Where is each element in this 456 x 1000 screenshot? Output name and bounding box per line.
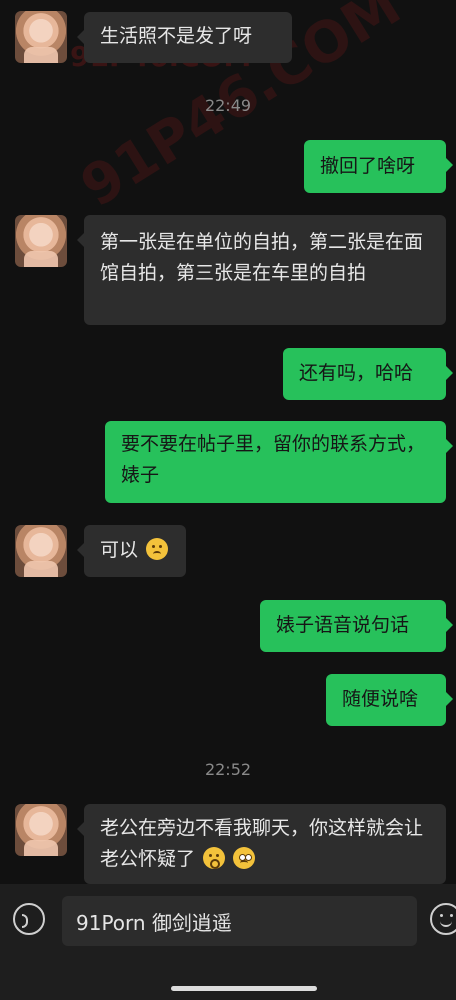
- home-indicator[interactable]: [171, 986, 317, 991]
- message-bubble-incoming[interactable]: 第一张是在单位的自拍，第二张是在面馆自拍，第三张是在车里的自拍: [77, 215, 446, 325]
- contact-avatar[interactable]: [15, 804, 67, 856]
- sweat-smile-emoji-icon: [146, 538, 169, 560]
- message-text: 生活照不是发了呀: [100, 25, 253, 47]
- contact-avatar[interactable]: [15, 11, 67, 63]
- thinking-emoji-icon: [203, 847, 226, 869]
- message-bubble-incoming[interactable]: 可以: [77, 525, 186, 577]
- message-bubble-outgoing[interactable]: 婊子语音说句话: [260, 600, 453, 652]
- timestamp: 22:49: [204, 96, 252, 115]
- message-text: 可以: [100, 539, 139, 561]
- message-input[interactable]: 91Porn 御剑逍遥: [62, 896, 417, 946]
- contact-avatar[interactable]: [15, 215, 67, 267]
- message-text: 撤回了啥呀: [320, 155, 416, 177]
- message-text: 要不要在帖子里，留你的联系方式，婊子: [121, 433, 426, 486]
- message-bubble-incoming[interactable]: 老公在旁边不看我聊天，你这样就会让老公怀疑了: [77, 804, 446, 884]
- eyes-emoji-icon: [233, 847, 256, 869]
- message-bubble-outgoing[interactable]: 撤回了啥呀: [304, 140, 453, 193]
- message-bubble-outgoing[interactable]: 随便说啥: [326, 674, 453, 726]
- message-bubble-outgoing[interactable]: 还有吗，哈哈: [283, 348, 453, 400]
- message-text: 还有吗，哈哈: [299, 362, 414, 384]
- message-text: 第一张是在单位的自拍，第二张是在面馆自拍，第三张是在车里的自拍: [100, 231, 424, 284]
- message-text: 随便说啥: [342, 688, 419, 710]
- message-text: 婊子语音说句话: [276, 614, 410, 636]
- message-bubble-outgoing[interactable]: 要不要在帖子里，留你的联系方式，婊子: [105, 421, 453, 503]
- message-text: 老公在旁边不看我聊天，你这样就会让老公怀疑了: [100, 817, 424, 870]
- contact-avatar[interactable]: [15, 525, 67, 577]
- voice-icon[interactable]: [13, 903, 45, 935]
- timestamp: 22:52: [204, 760, 252, 779]
- message-bubble-incoming[interactable]: 生活照不是发了呀: [77, 12, 292, 63]
- message-input-text: 91Porn 御剑逍遥: [76, 911, 232, 935]
- emoji-icon[interactable]: [430, 903, 456, 935]
